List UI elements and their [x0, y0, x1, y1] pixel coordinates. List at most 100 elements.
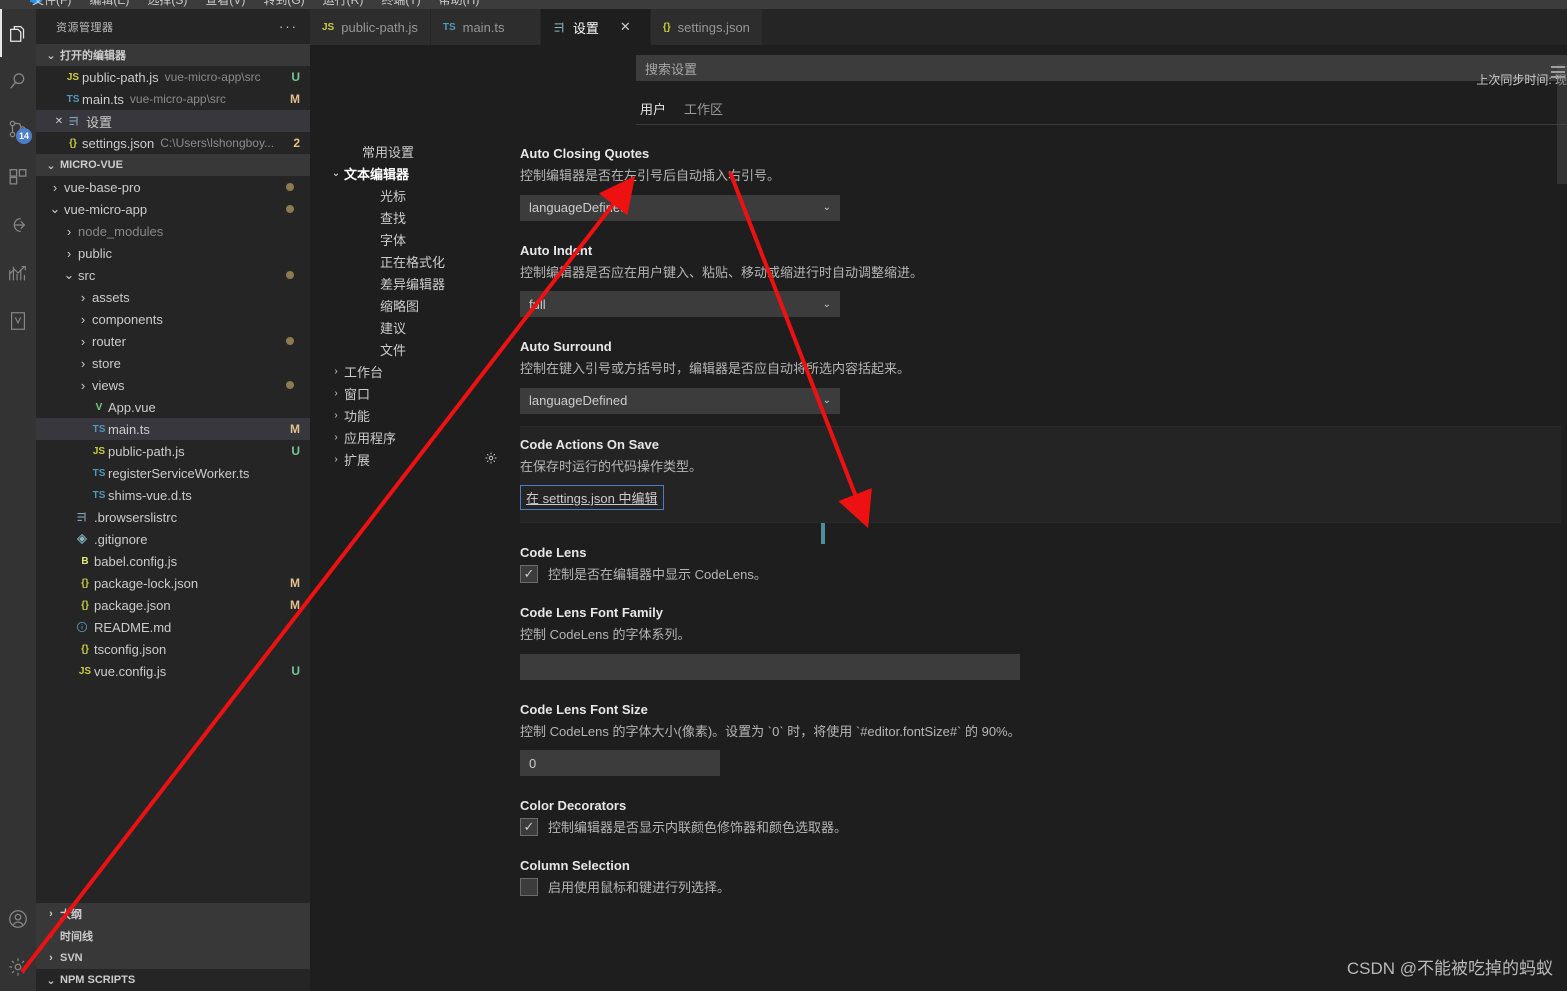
menu-item[interactable]: 编辑(E)	[89, 0, 129, 8]
tree-row[interactable]: V App.vue	[36, 396, 310, 418]
tree-row[interactable]: › assets	[36, 286, 310, 308]
setting-text-input[interactable]: 0	[520, 750, 720, 777]
setting-checkbox-row[interactable]: ✓ 控制编辑器是否显示内联颜色修饰器和颜色选取器。	[520, 817, 1561, 837]
activity-item-source-control[interactable]: 14	[0, 105, 36, 153]
activity-item-search[interactable]	[0, 57, 36, 105]
checkbox-checked-icon[interactable]: ✓	[520, 818, 538, 837]
toc-item[interactable]: 光标	[310, 184, 506, 206]
toc-item[interactable]: 正在格式化	[310, 250, 506, 272]
tree-row[interactable]: ⌄ src	[36, 264, 310, 286]
toc-item[interactable]: 建议	[310, 316, 506, 338]
tab-main-ts[interactable]: TS main.ts	[430, 9, 541, 45]
tree-row[interactable]: › store	[36, 352, 310, 374]
tree-row[interactable]: {} tsconfig.json	[36, 638, 310, 660]
toc-item[interactable]: › 窗口	[310, 382, 506, 404]
activity-item-vue-panel[interactable]	[0, 297, 36, 345]
toc-item[interactable]: › 应用程序	[310, 426, 506, 448]
tab-workspace-settings[interactable]: 工作区	[680, 97, 727, 125]
activity-item-accounts[interactable]	[0, 895, 36, 943]
open-editor-item[interactable]: JS public-path.js vue-micro-app\src U	[36, 66, 310, 88]
tree-row[interactable]: › views	[36, 374, 310, 396]
tree-row[interactable]: {} package-lock.json M	[36, 572, 310, 594]
chevron-right-icon: ›	[334, 409, 338, 421]
folder-modified-dot-icon	[286, 337, 294, 345]
open-editor-item[interactable]: {} settings.json C:\Users\lshongboy... 2	[36, 132, 310, 154]
tree-row[interactable]: TS shims-vue.d.ts	[36, 484, 310, 506]
section-open-editors-header[interactable]: ⌄ 打开的编辑器	[36, 44, 310, 66]
sidebar-item-svn[interactable]: › SVN	[36, 947, 310, 969]
menu-item[interactable]: 转到(G)	[263, 0, 304, 8]
activity-item-extensions[interactable]	[0, 153, 36, 201]
section-workspace-header[interactable]: ⌄ MICRO-VUE	[36, 154, 310, 176]
activity-item-import-cost[interactable]	[0, 249, 36, 297]
activity-item-remote-explorer[interactable]	[0, 201, 36, 249]
close-icon[interactable]: ✕	[620, 19, 631, 35]
toc-item[interactable]: › 扩展	[310, 448, 506, 470]
tree-row[interactable]: TS main.ts M	[36, 418, 310, 440]
file-type-icon: TS	[92, 489, 106, 501]
toc-item[interactable]: ⌄ 文本编辑器	[310, 162, 506, 184]
settings-tab-icon	[68, 115, 86, 127]
toc-item[interactable]: 查找	[310, 206, 506, 228]
tree-row[interactable]: JS public-path.js U	[36, 440, 310, 462]
sidebar-item-timeline[interactable]: › 时间线	[36, 925, 310, 947]
tree-row[interactable]: TS registerServiceWorker.ts	[36, 462, 310, 484]
toc-item[interactable]: 字体	[310, 228, 506, 250]
tree-row[interactable]: ⌄ vue-micro-app	[36, 198, 310, 220]
menu-item[interactable]: 查看(V)	[205, 0, 245, 8]
setting-checkbox-row[interactable]: ✓ 控制是否在编辑器中显示 CodeLens。	[520, 564, 1561, 584]
menu-item[interactable]: 文件(F)	[32, 0, 71, 8]
toc-item[interactable]: 缩略图	[310, 294, 506, 316]
setting-checkbox-row[interactable]: 启用使用鼠标和键进行列选择。	[520, 877, 1561, 897]
setting-select[interactable]: full ⌄	[520, 291, 840, 318]
tree-row[interactable]: .gitignore	[36, 528, 310, 550]
file-type-icon: TS	[92, 467, 106, 479]
checkbox-checked-icon[interactable]: ✓	[520, 565, 538, 584]
gear-icon[interactable]	[484, 451, 498, 465]
tab-public-path-js[interactable]: JS public-path.js	[310, 9, 431, 45]
js-file-icon: JS	[66, 71, 80, 83]
tree-row[interactable]: .browserslistrc	[36, 506, 310, 528]
edit-in-settings-json-link[interactable]: 在 settings.json 中编辑	[520, 485, 664, 511]
tree-row[interactable]: README.md	[36, 616, 310, 638]
menu-items[interactable]: 文件(F) 编辑(E) 选择(S) 查看(V) 转到(G) 运行(R) 终端(T…	[32, 0, 479, 8]
close-icon[interactable]: ✕	[50, 116, 68, 127]
sidebar-item-npm-scripts[interactable]: ⌄ NPM SCRIPTS	[36, 969, 310, 991]
chevron-right-icon: ›	[80, 311, 86, 327]
tree-row[interactable]: › public	[36, 242, 310, 264]
search-input[interactable]: 搜索设置	[636, 55, 1567, 81]
tab-user-settings[interactable]: 用户	[636, 97, 671, 125]
tree-row[interactable]: › components	[36, 308, 310, 330]
tree-row[interactable]: › vue-base-pro	[36, 176, 310, 198]
setting-select[interactable]: languageDefined ⌄	[520, 387, 840, 414]
sidebar-item-outline[interactable]: › 大纲	[36, 903, 310, 925]
setting-description: 控制在键入引号或方括号时，编辑器是否应自动将所选内容括起来。	[520, 361, 911, 377]
window-menu-bar[interactable]: 文件(F) 编辑(E) 选择(S) 查看(V) 转到(G) 运行(R) 终端(T…	[0, 0, 1567, 9]
sidebar-more-actions-button[interactable]: ···	[279, 19, 298, 34]
toc-item-label: 应用程序	[344, 430, 397, 446]
tree-row[interactable]: {} package.json M	[36, 594, 310, 616]
tab-settings-json[interactable]: {} settings.json	[650, 9, 763, 45]
menu-icon[interactable]	[1551, 66, 1565, 78]
toc-item[interactable]: 常用设置	[310, 140, 506, 162]
activity-item-explorer[interactable]	[0, 9, 36, 57]
toc-item[interactable]: › 功能	[310, 404, 506, 426]
tab-settings[interactable]: 设置 ✕	[540, 9, 651, 45]
activity-item-manage[interactable]	[0, 943, 36, 991]
tree-row[interactable]: JS vue.config.js U	[36, 660, 310, 682]
toc-item[interactable]: 差异编辑器	[310, 272, 506, 294]
setting-select[interactable]: languageDefined ⌄	[520, 194, 840, 221]
toc-item[interactable]: 文件	[310, 338, 506, 360]
menu-item[interactable]: 选择(S)	[147, 0, 187, 8]
tree-row[interactable]: Bbabel.config.js	[36, 550, 310, 572]
open-editor-item[interactable]: TS main.ts vue-micro-app\src M	[36, 88, 310, 110]
checkbox-unchecked-icon[interactable]	[520, 878, 538, 897]
open-editor-item-settings[interactable]: ✕ 设置	[36, 110, 310, 132]
toc-item[interactable]: › 工作台	[310, 360, 506, 382]
menu-item[interactable]: 运行(R)	[323, 0, 364, 8]
menu-item[interactable]: 终端(T)	[381, 0, 420, 8]
menu-item[interactable]: 帮助(H)	[439, 0, 480, 8]
setting-text-input[interactable]	[520, 653, 1020, 680]
tree-row[interactable]: › router	[36, 330, 310, 352]
tree-row[interactable]: › node_modules	[36, 220, 310, 242]
